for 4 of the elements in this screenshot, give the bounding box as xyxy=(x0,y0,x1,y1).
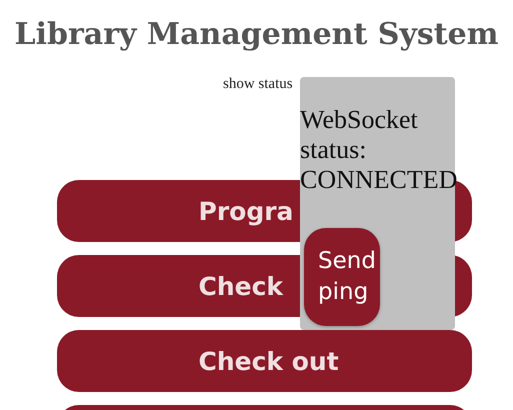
menu-button[interactable]: Check out xyxy=(56,330,472,392)
send-ping-button[interactable]: Send ping xyxy=(304,228,380,326)
page-title: Library Management System xyxy=(14,16,498,54)
show-status-label: show status xyxy=(223,76,293,93)
